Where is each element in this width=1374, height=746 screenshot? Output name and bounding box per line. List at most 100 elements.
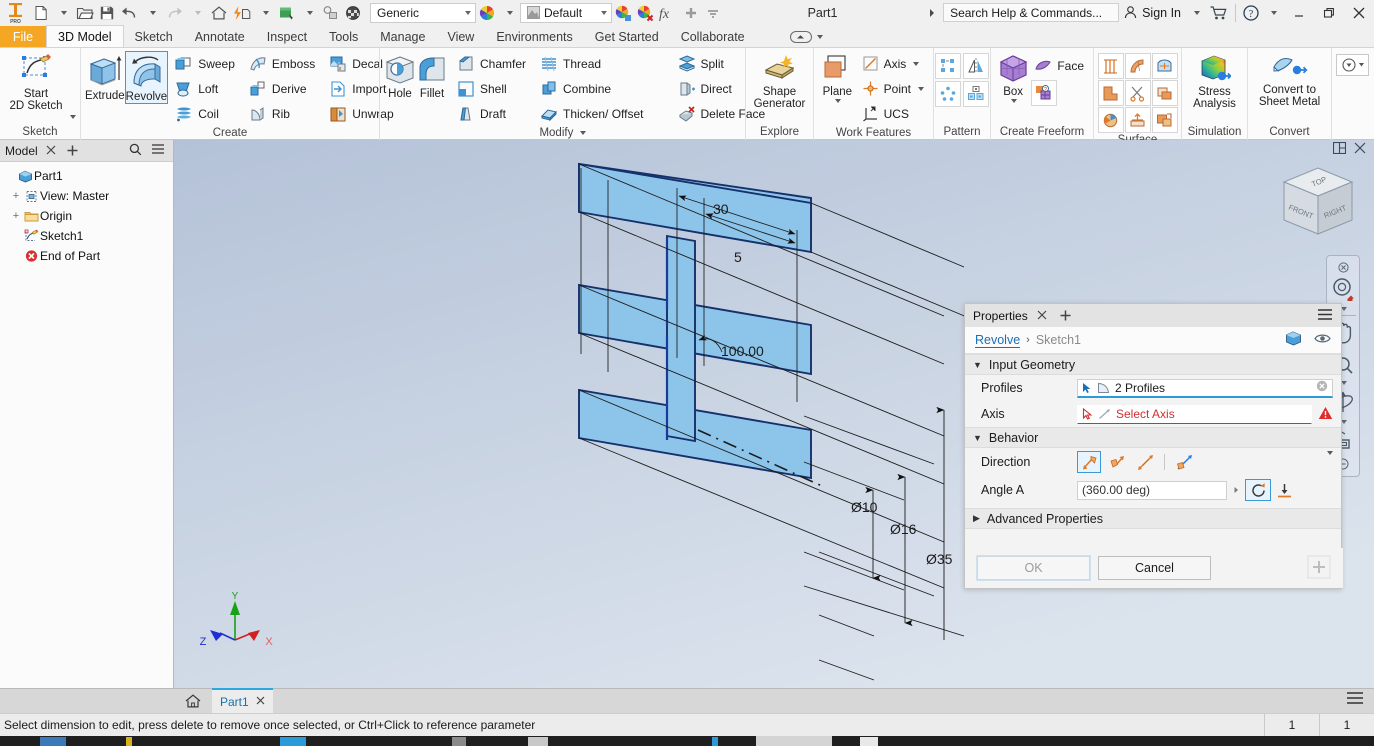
home-tab[interactable] [174, 688, 212, 713]
document-tab-part1[interactable]: Part1 [212, 688, 273, 713]
color-wheel-dropdown[interactable] [498, 1, 520, 25]
tab-3d-model[interactable]: 3D Model [46, 25, 124, 47]
window-close-button[interactable] [1344, 0, 1374, 26]
taskbar-item[interactable] [528, 737, 548, 746]
box-button[interactable]: Box [995, 51, 1031, 103]
properties-tab-label[interactable]: Properties [973, 309, 1028, 323]
tab-environments[interactable]: Environments [485, 26, 583, 47]
close-icon[interactable] [46, 144, 56, 158]
sign-in-button[interactable]: Sign In [1119, 5, 1185, 20]
title-overflow-caret[interactable] [921, 1, 943, 25]
tree-item-sketch1[interactable]: Sketch1 [0, 226, 173, 246]
derive-button[interactable]: Derive [246, 76, 320, 101]
plus-icon[interactable] [66, 144, 79, 158]
freeform-convert-icon[interactable]: ? [1031, 80, 1058, 106]
split-view-icon[interactable] [1332, 141, 1347, 157]
taskbar-item[interactable] [712, 737, 718, 746]
green-box-icon[interactable] [276, 1, 298, 25]
emboss-button[interactable]: Emboss [246, 51, 320, 76]
plane-button[interactable]: Plane [818, 51, 857, 103]
tab-tools[interactable]: Tools [318, 26, 369, 47]
tree-item-part1[interactable]: Part1 [0, 166, 173, 186]
section-input-geometry[interactable]: ▼ Input Geometry [965, 354, 1341, 375]
clear-circle-icon[interactable] [1316, 380, 1328, 395]
tab-sketch[interactable]: Sketch [124, 26, 184, 47]
angle-input[interactable]: (360.00 deg) [1077, 480, 1227, 500]
eye-icon[interactable] [1314, 332, 1331, 348]
close-icon[interactable] [1037, 309, 1047, 323]
direction-default-button[interactable] [1077, 451, 1101, 473]
axis-field[interactable]: Select Axis [1077, 404, 1312, 424]
solid-body-icon[interactable] [1285, 331, 1302, 349]
convert-sheet-metal-button[interactable]: Convert to Sheet Metal [1252, 51, 1327, 108]
taskbar-item[interactable] [452, 737, 466, 746]
plus-icon[interactable] [1059, 309, 1072, 323]
trim-surface-icon[interactable] [1124, 80, 1151, 106]
breadcrumb-feature[interactable]: Revolve [975, 333, 1021, 348]
close-icon[interactable] [1354, 142, 1366, 157]
color-wheel-icon[interactable] [476, 1, 498, 25]
stitch-icon[interactable] [1151, 80, 1178, 106]
hamburger-menu-icon[interactable] [151, 143, 165, 158]
tab-manage[interactable]: Manage [369, 26, 436, 47]
profiles-field[interactable]: 2 Profiles [1077, 378, 1333, 398]
adjust-appearance-icon[interactable] [612, 1, 634, 25]
fillet-button[interactable]: Fillet [416, 51, 448, 100]
full-revolve-button[interactable] [1245, 479, 1271, 501]
open-document-button[interactable] [74, 1, 96, 25]
direction-symmetric-button[interactable] [1133, 451, 1157, 473]
shopping-cart-icon[interactable] [1207, 1, 1231, 25]
redo-dropdown[interactable] [186, 1, 208, 25]
ucs-button[interactable]: UCS [859, 101, 929, 126]
help-dropdown[interactable] [1262, 1, 1284, 25]
new-document-dropdown[interactable] [52, 1, 74, 25]
hole-button[interactable]: Hole [384, 51, 416, 100]
mirror-icon[interactable] [963, 53, 989, 79]
thread-button[interactable]: Thread [537, 51, 648, 76]
rectangular-pattern-icon[interactable] [935, 53, 961, 79]
tree-item-view-master[interactable]: + View: Master [0, 186, 173, 206]
section-behavior[interactable]: ▼ Behavior [965, 427, 1341, 448]
tree-expander[interactable]: + [10, 210, 22, 222]
boundary-patch-icon[interactable] [1124, 107, 1151, 133]
section-advanced-properties[interactable]: ▶ Advanced Properties [965, 508, 1341, 529]
ok-button[interactable]: OK [977, 556, 1090, 580]
ruled-surface-icon[interactable] [1097, 53, 1124, 79]
plus-icon[interactable] [680, 1, 702, 25]
tree-item-end-of-part[interactable]: End of Part [0, 246, 173, 266]
view-cube[interactable]: TOP FRONT RIGHT [1276, 162, 1360, 252]
shape-generator-button[interactable]: Shape Generator [750, 51, 809, 110]
tab-file[interactable]: File [0, 26, 46, 47]
close-small-icon[interactable] [1328, 260, 1358, 274]
draft-button[interactable]: Draft [454, 101, 531, 126]
fx-icon[interactable]: fx [656, 1, 680, 25]
material-swap-icon[interactable] [320, 1, 342, 25]
to-extent-button[interactable] [1271, 479, 1297, 501]
window-minimize-button[interactable] [1284, 0, 1314, 26]
help-circle-icon[interactable]: ? [1240, 1, 1262, 25]
ribbon-collapse-control[interactable] [789, 26, 823, 47]
revolve-button[interactable]: Revolve [124, 51, 169, 104]
tab-view[interactable]: View [436, 26, 485, 47]
undo-button[interactable] [118, 1, 141, 25]
repair-bodies-icon[interactable] [1097, 107, 1124, 133]
redo-button[interactable] [163, 1, 186, 25]
loft-button[interactable]: Loft [172, 76, 240, 101]
chamfer-button[interactable]: Chamfer [454, 51, 531, 76]
start-2d-sketch-button[interactable]: Start 2D Sketch [4, 51, 68, 112]
extend-surface-icon[interactable] [1097, 80, 1124, 106]
rib-button[interactable]: Rib [246, 101, 320, 126]
replace-face-icon[interactable] [1151, 107, 1178, 133]
checker-sphere-icon[interactable] [342, 1, 364, 25]
direction-asymmetric-button[interactable] [1172, 451, 1196, 473]
thicken-offset-button[interactable]: Thicken/ Offset [537, 101, 648, 126]
direction-more-dropdown[interactable] [1325, 451, 1333, 469]
sign-in-dropdown[interactable] [1185, 1, 1207, 25]
taskbar-item[interactable] [126, 737, 132, 746]
taskbar-item-active[interactable] [756, 736, 832, 746]
steering-wheel-home-icon[interactable] [1328, 274, 1358, 304]
color-wheel-x-icon[interactable] [634, 1, 656, 25]
lightning-icon[interactable] [230, 1, 254, 25]
panel-title-modify[interactable]: Modify [380, 126, 745, 141]
tree-item-origin[interactable]: + Origin [0, 206, 173, 226]
